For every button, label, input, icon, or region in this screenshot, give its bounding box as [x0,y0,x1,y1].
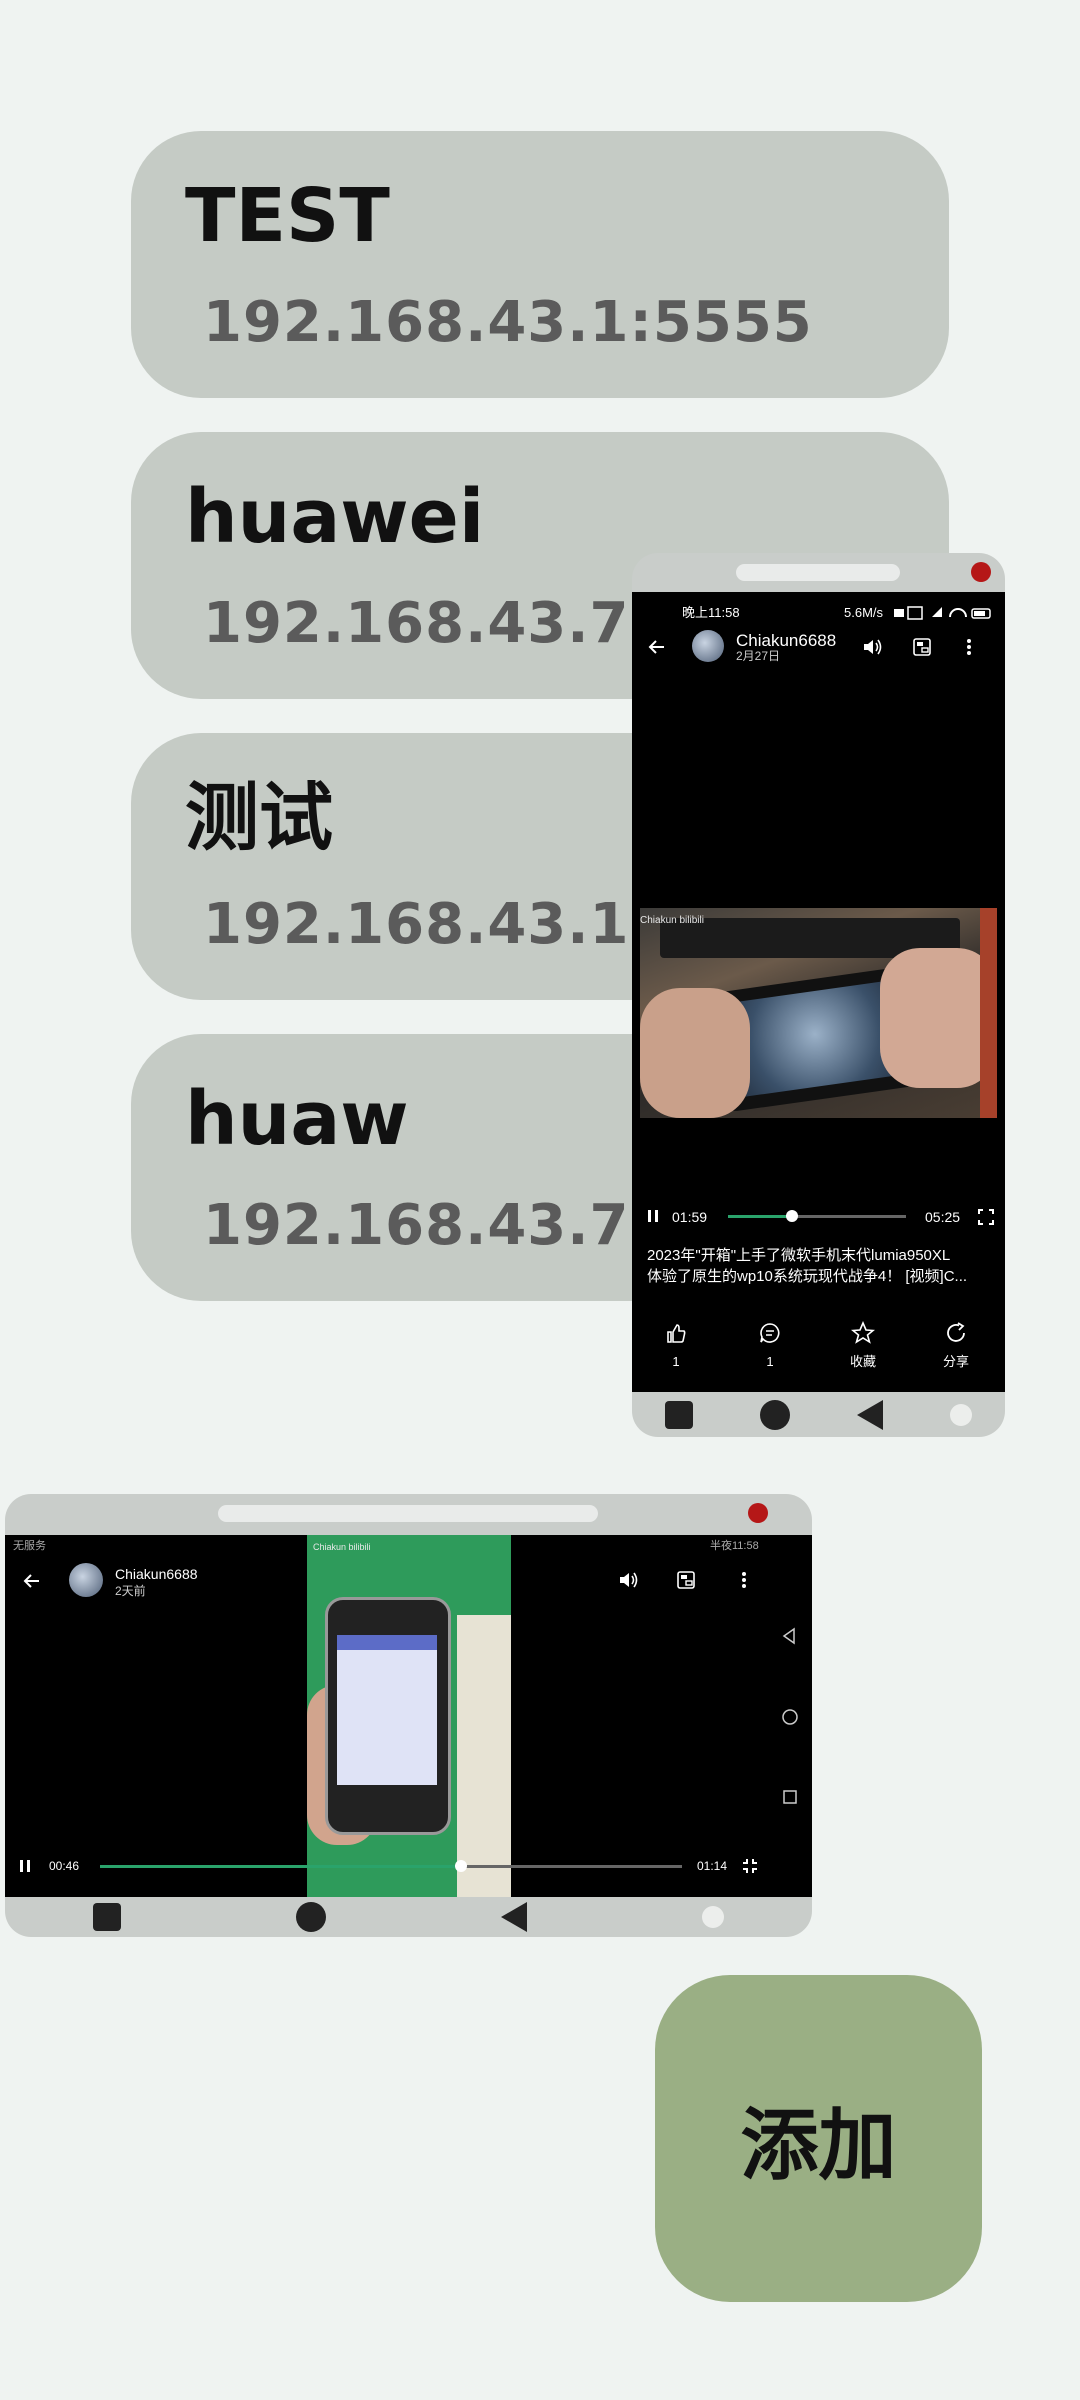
comment-count: 1 [766,1354,774,1369]
picture-in-picture-icon[interactable] [676,1570,696,1590]
share-label: 分享 [943,1354,970,1369]
window-drag-handle[interactable] [736,564,900,581]
status-left: 无服务 [13,1540,46,1552]
more-icon[interactable] [965,637,973,657]
device-card[interactable]: TEST 192.168.43.1:5555 [131,131,949,398]
add-device-button[interactable]: 添加 [655,1975,982,2302]
share-icon[interactable] [945,1322,967,1344]
progress-fill [100,1865,461,1868]
add-button-label: 添加 [740,2100,897,2191]
current-time: 00:46 [49,1859,80,1873]
current-time: 01:59 [672,1209,708,1225]
favorite-label: 收藏 [850,1354,877,1369]
video-watermark: Chiakun bilibili [640,915,704,926]
upload-date: 2天前 [115,1584,146,1598]
recents-button[interactable] [665,1400,694,1429]
device-nav-bar [632,1392,1005,1437]
thumbs-up-icon[interactable] [665,1322,687,1344]
back-button[interactable] [501,1902,528,1932]
nav-indicator-dot[interactable] [702,1906,725,1928]
comment-icon[interactable] [759,1322,781,1344]
duration: 01:14 [697,1859,728,1873]
back-button[interactable] [856,1399,883,1430]
landscape-screen[interactable]: 无服务 半夜11:58 Chiakun6688 2天前 Chiakun bili… [5,1535,812,1897]
recents-button[interactable] [782,1789,798,1805]
back-button[interactable] [781,1627,797,1645]
volume-icon[interactable] [618,1571,640,1589]
window-close-button[interactable] [748,1503,768,1523]
video-frame[interactable]: Chiakun bilibili [307,1535,511,1897]
portrait-screen[interactable]: 晚上11:58 5.6M/s Chiakun6688 2月27日 Chiakun… [632,592,1005,1392]
device-name: 测试 [185,775,333,861]
video-title-line: 体验了原生的wp10系统玩现代战争4！ [视频]C... [647,1268,968,1285]
status-time: 晚上11:58 [682,605,740,620]
status-speed: 5.6M/s [844,605,884,620]
window-drag-handle[interactable] [218,1505,598,1522]
picture-in-picture-icon[interactable] [912,637,932,657]
volume-icon[interactable] [862,638,884,656]
device-name: huawei [185,474,485,560]
exit-fullscreen-icon[interactable] [742,1858,758,1874]
avatar[interactable] [69,1563,103,1597]
back-arrow-icon[interactable] [646,636,668,658]
device-address: 192.168.43.1:5555 [203,290,813,355]
progress-thumb[interactable] [454,1860,467,1872]
home-button[interactable] [295,1902,326,1932]
uploader-name[interactable]: Chiakun6688 [736,632,836,649]
avatar[interactable] [692,630,724,662]
pause-icon[interactable] [647,1209,659,1223]
back-arrow-icon[interactable] [21,1570,43,1592]
video-title-line: 2023年"开箱"上手了微软手机末代lumia950XL [647,1247,951,1264]
portrait-mirror-window[interactable]: 晚上11:58 5.6M/s Chiakun6688 2月27日 Chiakun… [632,553,1005,1437]
fullscreen-icon[interactable] [978,1209,994,1225]
nav-indicator-dot[interactable] [949,1403,972,1426]
landscape-mirror-window[interactable]: 无服务 半夜11:58 Chiakun6688 2天前 Chiakun bili… [5,1494,812,1937]
status-right: 半夜11:58 [710,1540,759,1552]
window-close-button[interactable] [971,562,991,582]
video-frame[interactable]: Chiakun bilibili [640,908,997,1118]
device-name: TEST [185,173,390,259]
pause-icon[interactable] [19,1859,31,1873]
device-name: huaw [185,1076,409,1162]
home-button[interactable] [781,1708,799,1726]
duration: 05:25 [925,1209,961,1225]
device-nav-bar [5,1897,812,1937]
upload-date: 2月27日 [736,649,781,663]
progress-thumb[interactable] [786,1210,799,1222]
video-watermark: Chiakun bilibili [313,1542,371,1552]
like-count: 1 [672,1354,680,1369]
recents-button[interactable] [92,1903,121,1931]
uploader-name[interactable]: Chiakun6688 [115,1567,198,1581]
progress-fill [728,1215,793,1218]
more-icon[interactable] [740,1570,748,1590]
star-icon[interactable] [851,1321,875,1345]
home-button[interactable] [760,1399,791,1430]
status-icons [894,606,991,620]
